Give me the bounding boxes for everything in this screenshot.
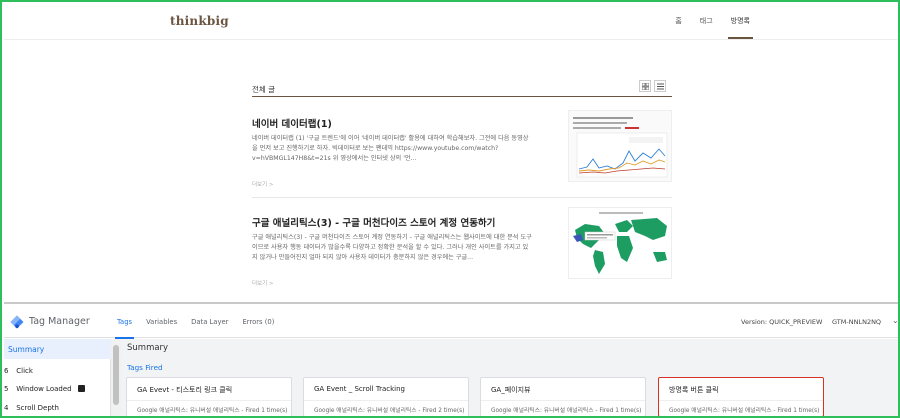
tab-data-layer[interactable]: Data Layer bbox=[191, 318, 228, 326]
tag-manager-panel: Tag Manager Tags Variables Data Layer Er… bbox=[4, 304, 898, 416]
post-thumbnail[interactable] bbox=[568, 110, 672, 182]
chevron-down-icon[interactable]: ⌄ bbox=[892, 316, 898, 325]
tag-card-highlighted[interactable]: 방명록 버튼 클릭 Google 애널리틱스: 유니버설 애널리틱스 - Fir… bbox=[658, 377, 824, 416]
tag-card[interactable]: GA_페이지뷰 Google 애널리틱스: 유니버설 애널리틱스 - Fired… bbox=[480, 377, 646, 416]
tag-description: Google 애널리틱스: 유니버설 애널리틱스 - Fired 1 time(… bbox=[481, 400, 645, 414]
tag-name: GA Evevt - 티스토리 링크 클릭 bbox=[137, 386, 233, 394]
tags-fired-heading: Tags Fired bbox=[127, 363, 163, 372]
version-label: Version: QUICK_PREVIEW bbox=[741, 318, 823, 326]
tag-name: GA Event _ Scroll Tracking bbox=[314, 385, 405, 393]
post-item[interactable]: 구글 애널리틱스(3) - 구글 머천다이즈 스토어 계정 연동하기 구글 애널… bbox=[252, 207, 672, 287]
screenshot-frame: thinkbig 홈 태그 방명록 전체 글 네이버 데이터랩(1) 네이버 데… bbox=[0, 0, 900, 418]
tag-description: Google 애널리틱스: 유니버설 애널리틱스 - Fired 1 time(… bbox=[127, 400, 291, 414]
list-title-rule bbox=[252, 96, 672, 97]
tag-manager-header: Tag Manager Tags Variables Data Layer Er… bbox=[4, 304, 898, 339]
tag-card[interactable]: GA Event _ Scroll Tracking Google 애널리틱스:… bbox=[303, 377, 469, 416]
nav-home[interactable]: 홈 bbox=[675, 16, 681, 26]
grid-icon[interactable] bbox=[639, 80, 651, 92]
tab-variables[interactable]: Variables bbox=[146, 318, 177, 326]
list-title: 전체 글 bbox=[252, 85, 276, 94]
event-number: 6 bbox=[4, 367, 9, 375]
blog-header: thinkbig 홈 태그 방명록 bbox=[4, 4, 898, 40]
event-number: 5 bbox=[4, 385, 9, 393]
tag-card[interactable]: GA Evevt - 티스토리 링크 클릭 Google 애널리틱스: 유니버설… bbox=[126, 377, 292, 416]
code-icon bbox=[77, 385, 85, 392]
tags-summary-panel: Summary Tags Fired GA Evevt - 티스토리 링크 클릭… bbox=[121, 339, 898, 416]
post-more-link[interactable]: 더보기 > bbox=[252, 279, 672, 287]
post-divider bbox=[252, 197, 672, 198]
blog-nav: 홈 태그 방명록 bbox=[675, 16, 754, 39]
tag-name: GA_페이지뷰 bbox=[491, 386, 531, 394]
tag-description: Google 애널리틱스: 유니버설 애널리틱스 - Fired 1 time(… bbox=[659, 400, 823, 414]
event-label: Scroll Depth bbox=[16, 404, 59, 412]
tab-tags[interactable]: Tags bbox=[114, 318, 135, 339]
sidebar-scrollbar[interactable] bbox=[111, 339, 121, 416]
view-toggle bbox=[639, 80, 666, 92]
post-summary: 네이버 데이터랩 (1) '구글 트렌드'에 이어 '네이버 데이터랩' 활용에… bbox=[252, 135, 529, 162]
event-label: Window Loaded bbox=[16, 385, 72, 393]
event-number: 4 bbox=[4, 404, 9, 412]
nav-guestbook[interactable]: 방명록 bbox=[727, 16, 754, 39]
event-sidebar: Summary 6 Click 5 Window Loaded 4 Scroll… bbox=[4, 339, 111, 416]
tag-name: 방명록 버튼 클릭 bbox=[669, 386, 719, 394]
tab-errors[interactable]: Errors (0) bbox=[242, 318, 274, 326]
nav-tags[interactable]: 태그 bbox=[700, 16, 713, 26]
post-thumbnail[interactable] bbox=[568, 207, 672, 279]
tag-manager-tabs: Tags Variables Data Layer Errors (0) bbox=[114, 318, 274, 339]
blog-logo[interactable]: thinkbig bbox=[170, 14, 229, 28]
list-icon[interactable] bbox=[654, 80, 666, 92]
summary-title: Summary bbox=[127, 343, 169, 353]
sidebar-item-event[interactable]: 5 Window Loaded bbox=[4, 381, 111, 398]
blog-page: thinkbig 홈 태그 방명록 전체 글 네이버 데이터랩(1) 네이버 데… bbox=[4, 4, 898, 302]
tag-description: Google 애널리틱스: 유니버설 애널리틱스 - Fired 2 time(… bbox=[304, 400, 468, 414]
post-item[interactable]: 네이버 데이터랩(1) 네이버 데이터랩 (1) '구글 트렌드'에 이어 '네… bbox=[252, 110, 672, 188]
sidebar-item-event[interactable]: 6 Click bbox=[4, 363, 111, 380]
event-label: Click bbox=[16, 367, 33, 375]
tag-manager-brand: Tag Manager bbox=[29, 316, 90, 327]
sidebar-item-event[interactable]: 4 Scroll Depth bbox=[4, 400, 111, 416]
tag-manager-logo-icon bbox=[10, 314, 24, 329]
container-id: GTM-NNLN2NQ bbox=[832, 318, 882, 326]
sidebar-item-summary[interactable]: Summary bbox=[4, 339, 111, 359]
post-summary: 구글 애널리틱스(3) - 구글 머천다이즈 스토어 계정 연동하기 - 구글 … bbox=[252, 234, 532, 261]
